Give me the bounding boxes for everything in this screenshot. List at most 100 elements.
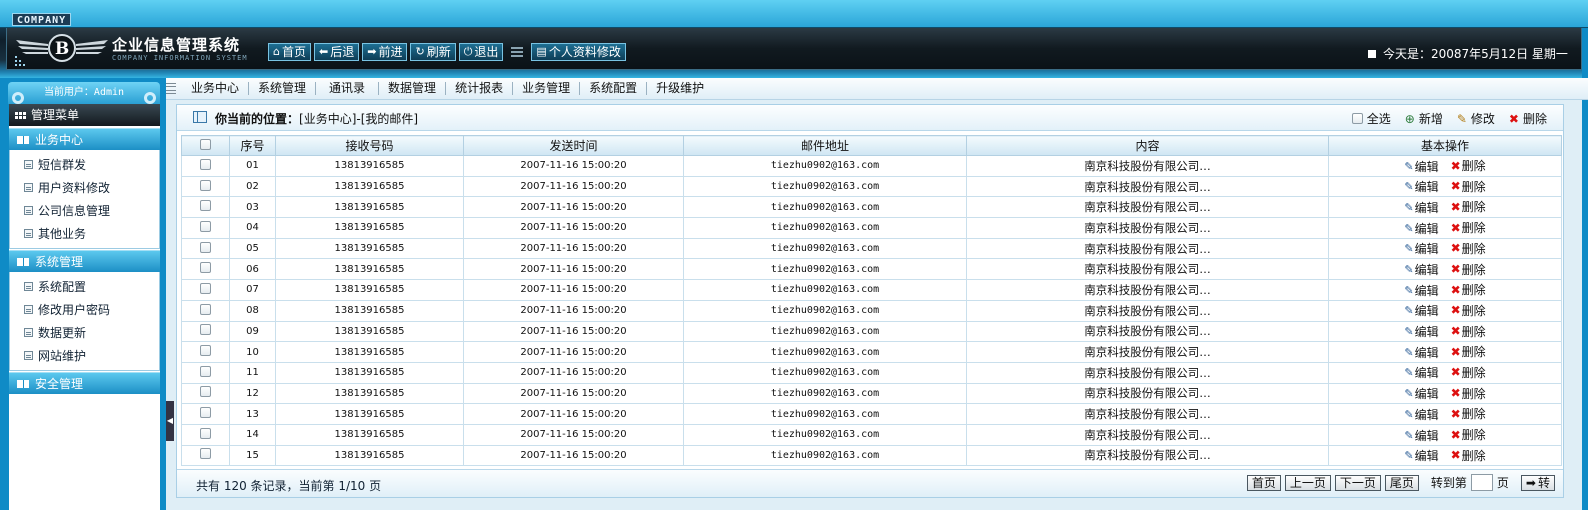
tab-business-management[interactable]: 业务管理 xyxy=(513,82,581,95)
header-checkbox-cell xyxy=(181,135,230,156)
row-edit-button[interactable]: ✎ 编辑 xyxy=(1404,199,1438,216)
add-button[interactable]: ⊕ 新增 xyxy=(1405,110,1443,127)
row-edit-button[interactable]: ✎ 编辑 xyxy=(1404,323,1438,340)
row-edit-button[interactable]: ✎ 编辑 xyxy=(1404,282,1438,299)
row-delete-button[interactable]: ✖ 删除 xyxy=(1451,343,1486,360)
row-delete-button[interactable]: ✖ 删除 xyxy=(1451,219,1486,236)
prev-page-button[interactable]: 上一页 xyxy=(1284,474,1331,491)
cell-actions: ✎ 编辑 ✖ 删除 xyxy=(1328,155,1562,177)
profile-edit-button[interactable]: ▤ 个人资料修改 xyxy=(531,43,626,61)
tab-system-config[interactable]: 系统配置 xyxy=(580,82,648,95)
tab-upgrade[interactable]: 升级维护 xyxy=(647,82,713,95)
refresh-button[interactable]: ↻ 刷新 xyxy=(410,43,456,61)
sidebar-item-company-info[interactable]: 公司信息管理 xyxy=(10,199,159,222)
row-edit-button[interactable]: ✎ 编辑 xyxy=(1404,178,1438,195)
cell-email: tiezhu0902@163.com xyxy=(683,444,967,467)
row-delete-button[interactable]: ✖ 删除 xyxy=(1451,385,1486,402)
sidebar-group-header-business[interactable]: 业务中心 xyxy=(9,128,160,150)
pencil-icon: ✎ xyxy=(1404,325,1414,339)
checkbox-icon[interactable] xyxy=(1351,113,1363,124)
cell-time: 2007-11-16 15:00:20 xyxy=(463,279,684,301)
checkbox-icon[interactable] xyxy=(200,324,211,336)
sidebar-item-site-maintenance[interactable]: 网站维护 xyxy=(10,344,159,367)
cell-phone: 13813916585 xyxy=(275,444,464,467)
sidebar-group-header-system[interactable]: 系统管理 xyxy=(9,250,160,272)
row-edit-button[interactable]: ✎ 编辑 xyxy=(1404,447,1438,464)
sidebar-item-data-update[interactable]: 数据更新 xyxy=(10,321,159,344)
tab-reports[interactable]: 统计报表 xyxy=(446,82,514,95)
row-delete-button[interactable]: ✖ 删除 xyxy=(1451,157,1486,174)
checkbox-icon[interactable] xyxy=(200,345,211,357)
row-delete-button[interactable]: ✖ 删除 xyxy=(1451,198,1486,215)
tab-business-center[interactable]: 业务中心 xyxy=(182,82,250,95)
sidebar-group-business: 业务中心 短信群发 用户资料修改 公司信息管理 其他业务 xyxy=(9,128,160,249)
row-edit-button[interactable]: ✎ 编辑 xyxy=(1404,406,1438,423)
row-edit-button[interactable]: ✎ 编辑 xyxy=(1404,364,1438,381)
sidebar-item-other[interactable]: 其他业务 xyxy=(10,222,159,245)
checkbox-icon[interactable] xyxy=(200,282,211,294)
row-edit-button[interactable]: ✎ 编辑 xyxy=(1404,385,1438,402)
row-edit-button[interactable]: ✎ 编辑 xyxy=(1404,220,1438,237)
checkbox-icon[interactable] xyxy=(200,448,211,460)
table-row: 04 13813916585 2007-11-16 15:00:20 tiezhu09… xyxy=(181,217,1562,239)
checkbox-icon[interactable] xyxy=(200,386,211,398)
checkbox-icon[interactable] xyxy=(200,179,211,191)
checkbox-icon[interactable] xyxy=(200,365,211,377)
checkbox-icon[interactable] xyxy=(200,138,211,150)
row-delete-button[interactable]: ✖ 删除 xyxy=(1451,240,1486,257)
checkbox-icon[interactable] xyxy=(200,427,211,439)
cell-content: 南京科技股份有限公司… xyxy=(966,320,1329,343)
go-button[interactable]: ➡ 转 xyxy=(1520,474,1555,491)
grid-menu-icon xyxy=(15,111,26,119)
row-delete-button[interactable]: ✖ 删除 xyxy=(1451,178,1486,195)
checkbox-icon[interactable] xyxy=(200,220,211,232)
row-delete-button[interactable]: ✖ 删除 xyxy=(1451,447,1486,464)
page-number-input[interactable] xyxy=(1470,474,1493,491)
forward-arrow-icon: ➡ xyxy=(367,45,377,58)
last-page-button[interactable]: 尾页 xyxy=(1384,474,1419,491)
row-delete-button[interactable]: ✖ 删除 xyxy=(1451,302,1486,319)
checkbox-icon[interactable] xyxy=(200,241,211,253)
next-page-button[interactable]: 下一页 xyxy=(1334,474,1381,491)
column-header-time: 发送时间 xyxy=(463,135,684,156)
tab-contacts[interactable]: 通讯录 xyxy=(316,82,380,95)
modify-button[interactable]: ✎ 修改 xyxy=(1457,110,1495,127)
home-button[interactable]: ⌂ 首页 xyxy=(268,43,311,61)
row-edit-button[interactable]: ✎ 编辑 xyxy=(1404,302,1438,319)
row-delete-button[interactable]: ✖ 删除 xyxy=(1451,261,1486,278)
row-delete-button[interactable]: ✖ 删除 xyxy=(1451,323,1486,340)
row-edit-button[interactable]: ✎ 编辑 xyxy=(1404,261,1438,278)
select-all-toggle[interactable]: 全选 xyxy=(1351,110,1391,127)
cell-actions: ✎ 编辑 ✖ 删除 xyxy=(1328,361,1562,384)
tab-system-management[interactable]: 系统管理 xyxy=(249,82,317,95)
row-edit-button[interactable]: ✎ 编辑 xyxy=(1404,427,1438,444)
row-edit-button[interactable]: ✎ 编辑 xyxy=(1404,158,1438,175)
delete-button[interactable]: ✖ 删除 xyxy=(1509,110,1547,127)
logout-button[interactable]: ⏻ 退出 xyxy=(458,43,504,61)
row-edit-button[interactable]: ✎ 编辑 xyxy=(1404,344,1438,361)
row-delete-button[interactable]: ✖ 删除 xyxy=(1451,364,1486,381)
row-delete-button[interactable]: ✖ 删除 xyxy=(1451,405,1486,422)
row-delete-button[interactable]: ✖ 删除 xyxy=(1451,281,1486,298)
mail-table: 序号 接收号码 发送时间 邮件地址 内容 基本操作 01 13813916585 2… xyxy=(181,135,1562,467)
checkbox-icon[interactable] xyxy=(200,200,211,212)
row-delete-button[interactable]: ✖ 删除 xyxy=(1451,426,1486,443)
checkbox-icon[interactable] xyxy=(200,158,211,170)
sidebar-item-sms[interactable]: 短信群发 xyxy=(10,153,159,176)
tab-data-management[interactable]: 数据管理 xyxy=(379,82,447,95)
forward-button[interactable]: ➡ 前进 xyxy=(362,43,408,61)
cell-time: 2007-11-16 15:00:20 xyxy=(463,320,684,343)
square-bullet-icon xyxy=(1368,50,1376,58)
checkbox-icon[interactable] xyxy=(200,303,211,315)
sidebar-item-system-config[interactable]: 系统配置 xyxy=(10,275,159,298)
sidebar-collapse-handle[interactable]: ◀ xyxy=(166,401,174,441)
checkbox-icon[interactable] xyxy=(200,407,211,419)
sidebar-group-header-security[interactable]: 安全管理 xyxy=(9,372,160,394)
checkbox-icon[interactable] xyxy=(200,262,211,274)
row-edit-button[interactable]: ✎ 编辑 xyxy=(1404,240,1438,257)
cell-content: 南京科技股份有限公司… xyxy=(966,196,1329,219)
sidebar-item-user-profile[interactable]: 用户资料修改 xyxy=(10,176,159,199)
first-page-button[interactable]: 首页 xyxy=(1246,474,1281,491)
back-button[interactable]: ⬅ 后退 xyxy=(314,43,360,61)
sidebar-item-change-password[interactable]: 修改用户密码 xyxy=(10,298,159,321)
